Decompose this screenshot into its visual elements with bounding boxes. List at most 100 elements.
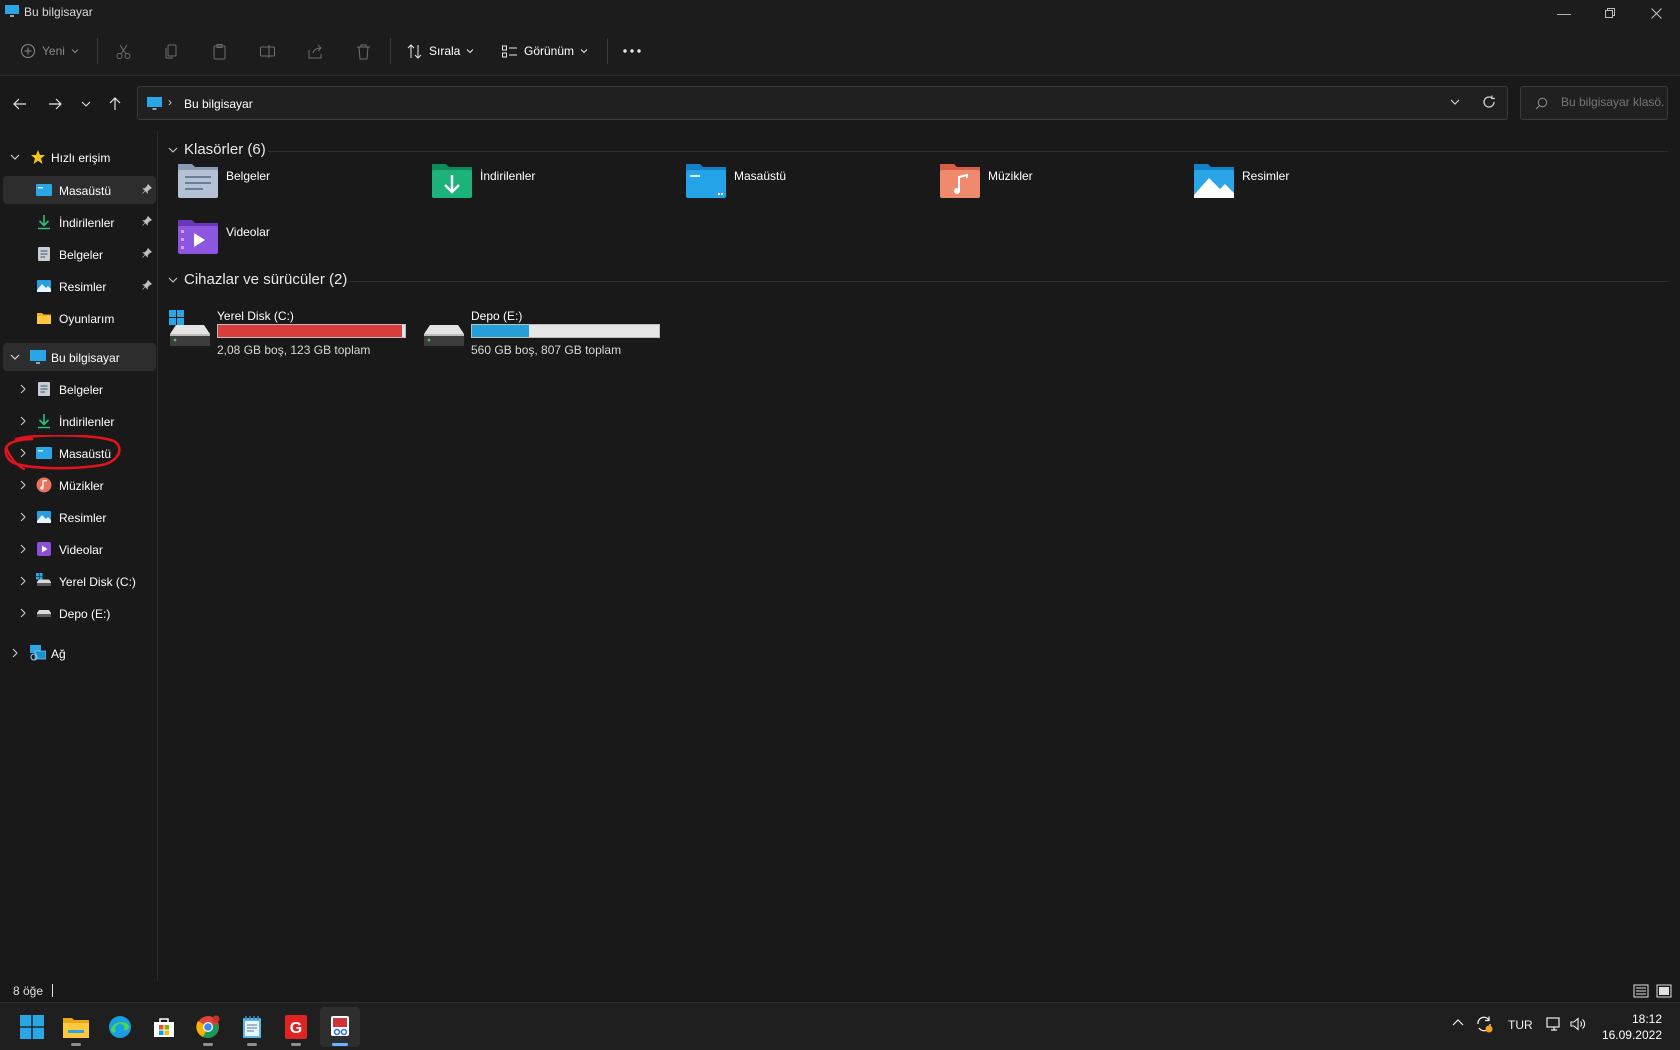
details-view-icon[interactable]: [1633, 983, 1649, 999]
clock-date: 16.09.2022: [1601, 1028, 1662, 1042]
refresh-icon[interactable]: [1482, 95, 1496, 109]
folder-tile-muzikler[interactable]: Müzikler: [931, 161, 1181, 213]
sort-label: Sırala: [429, 44, 461, 58]
chevron-right-icon[interactable]: [9, 647, 21, 659]
start-icon: [20, 1015, 44, 1039]
delete-button[interactable]: [355, 38, 372, 64]
nav-item-belgeler-quick[interactable]: Belgeler: [3, 240, 156, 268]
folder-tile-masaustu[interactable]: Masaüstü: [677, 161, 927, 213]
pin-icon[interactable]: [142, 184, 152, 194]
share-button[interactable]: [307, 38, 324, 64]
taskbar-store[interactable]: [144, 1007, 184, 1047]
nav-item-indirilenler[interactable]: İndirilenler: [3, 407, 156, 435]
content-pane: Klasörler (6) Belgeler İndirilenler Masa…: [160, 131, 1680, 981]
sort-button[interactable]: Sırala: [406, 38, 474, 64]
folders-group-header[interactable]: Klasörler (6): [168, 141, 266, 158]
large-icons-view-icon[interactable]: [1656, 983, 1672, 999]
chevron-down-icon[interactable]: [1449, 96, 1461, 108]
drive-tile-e[interactable]: Depo (E:) 560 GB boş, 807 GB toplam: [414, 306, 674, 357]
pin-icon[interactable]: [142, 280, 152, 290]
nav-item-indirilenler-quick[interactable]: İndirilenler: [3, 208, 156, 236]
nav-item-depo-e[interactable]: Depo (E:): [3, 599, 156, 627]
chevron-right-icon[interactable]: [17, 447, 29, 459]
documents-folder-icon: [178, 164, 218, 198]
cut-button[interactable]: [115, 38, 132, 64]
taskbar-chrome[interactable]: [188, 1007, 228, 1047]
nav-item-resimler[interactable]: Resimler: [3, 503, 156, 531]
nav-item-belgeler[interactable]: Belgeler: [3, 375, 156, 403]
chevron-right-icon[interactable]: [17, 511, 29, 523]
new-button[interactable]: Yeni: [20, 38, 79, 64]
folder-tile-indirilenler[interactable]: İndirilenler: [423, 161, 673, 213]
chevron-down-icon[interactable]: [9, 351, 21, 363]
folder-tile-belgeler[interactable]: Belgeler: [169, 161, 419, 213]
chevron-right-icon[interactable]: [17, 575, 29, 587]
folder-tile-resimler[interactable]: Resimler: [1185, 161, 1435, 213]
maximize-button[interactable]: [1587, 0, 1633, 26]
back-button[interactable]: [8, 92, 32, 116]
more-options-button[interactable]: [622, 38, 642, 64]
address-bar[interactable]: › Bu bilgisayar: [137, 86, 1508, 120]
taskbar-edge[interactable]: [100, 1007, 140, 1047]
start-button[interactable]: [12, 1007, 52, 1047]
clock[interactable]: 18:12 16.09.2022: [1602, 1011, 1662, 1043]
sync-status-button[interactable]: [1475, 1015, 1493, 1036]
drive-info: 2,08 GB boş, 123 GB toplam: [217, 343, 371, 357]
documents-icon: [38, 382, 50, 396]
paste-button[interactable]: [211, 38, 228, 64]
nav-item-muzikler[interactable]: Müzikler: [3, 471, 156, 499]
taskbar-notepad[interactable]: [232, 1007, 272, 1047]
folder-icon: [37, 313, 51, 324]
up-button[interactable]: [103, 92, 127, 116]
chevron-right-icon[interactable]: [17, 479, 29, 491]
close-button[interactable]: [1633, 0, 1679, 26]
arrow-right-icon: [49, 98, 62, 110]
breadcrumb[interactable]: Bu bilgisayar: [184, 97, 253, 111]
nav-network[interactable]: Ağ: [3, 639, 156, 667]
rename-button[interactable]: [259, 38, 276, 64]
taskbar-g-app[interactable]: G: [276, 1007, 316, 1047]
taskbar-file-explorer[interactable]: [56, 1007, 96, 1047]
chevron-right-icon[interactable]: [17, 415, 29, 427]
pin-icon[interactable]: [142, 216, 152, 226]
folder-tile-videolar[interactable]: Videolar: [169, 217, 419, 269]
view-button[interactable]: Görünüm: [501, 38, 588, 64]
nav-item-videolar[interactable]: Videolar: [3, 535, 156, 563]
drive-tile-c[interactable]: Yerel Disk (C:) 2,08 GB boş, 123 GB topl…: [160, 306, 420, 357]
recent-locations-button[interactable]: [74, 92, 98, 116]
network-status-button[interactable]: [1546, 1016, 1562, 1035]
nav-item-resimler-quick[interactable]: Resimler: [3, 272, 156, 300]
nav-item-yerel-disk-c[interactable]: Yerel Disk (C:): [3, 567, 156, 595]
view-icon: [502, 45, 517, 57]
drive-icon: [37, 610, 51, 617]
nav-item-masaustu[interactable]: Masaüstü: [3, 439, 156, 467]
nav-item-oyunlarim[interactable]: Oyunlarım: [3, 304, 156, 332]
drive-usage-fill: [218, 325, 402, 337]
file-explorer-icon: [63, 1018, 89, 1038]
pin-icon[interactable]: [142, 248, 152, 258]
copy-button[interactable]: [163, 38, 180, 64]
nav-item-masaustu-quick[interactable]: Masaüstü: [3, 176, 156, 204]
nav-this-pc[interactable]: Bu bilgisayar: [3, 343, 156, 371]
minimize-button[interactable]: —: [1541, 0, 1587, 26]
chevron-right-icon[interactable]: [17, 543, 29, 555]
search-box[interactable]: [1520, 86, 1668, 120]
item-count: 8 öğe: [13, 984, 44, 998]
nav-quick-access[interactable]: Hızlı erişim: [3, 143, 156, 171]
chevron-right-icon[interactable]: [17, 383, 29, 395]
rename-icon: [260, 44, 275, 58]
nav-label: Ağ: [51, 647, 66, 661]
chevron-right-icon[interactable]: [17, 607, 29, 619]
volume-button[interactable]: [1570, 1016, 1586, 1035]
forward-button[interactable]: [43, 92, 67, 116]
desktop-folder-icon: [686, 164, 726, 198]
show-hidden-icons-button[interactable]: [1452, 1017, 1464, 1032]
running-indicator: [247, 1043, 257, 1046]
taskbar-snipping-tool[interactable]: [320, 1007, 360, 1047]
chevron-down-icon[interactable]: [9, 151, 21, 163]
input-language[interactable]: TUR: [1508, 1018, 1533, 1032]
devices-group-header[interactable]: Cihazlar ve sürücüler (2): [168, 271, 347, 288]
search-input[interactable]: [1561, 95, 1665, 109]
folder-label: Belgeler: [226, 169, 271, 183]
chevron-down-icon: [580, 49, 588, 54]
